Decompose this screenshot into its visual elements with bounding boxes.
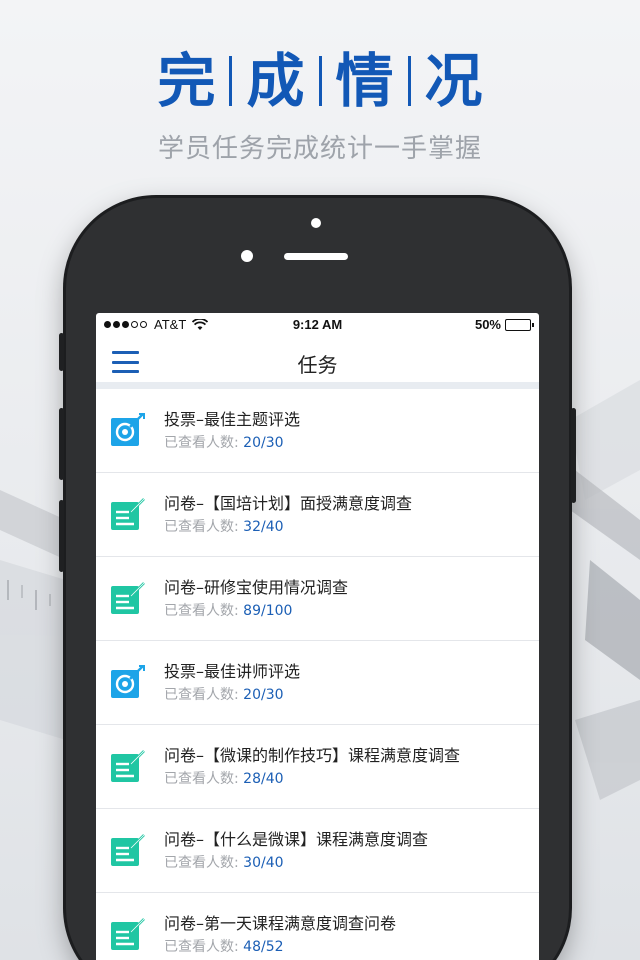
front-camera-icon (311, 218, 321, 228)
viewed-count-value: 32/40 (243, 519, 284, 535)
volume-down-button (59, 500, 64, 572)
earpiece-speaker (284, 253, 348, 260)
task-viewed-count: 已查看人数: 28/40 (164, 768, 284, 788)
task-title: 问卷–【微课的制作技巧】课程满意度调查 (164, 746, 461, 765)
task-viewed-count: 已查看人数: 32/40 (164, 516, 284, 536)
viewed-count-value: 20/30 (243, 687, 284, 703)
viewed-count-value: 89/100 (243, 603, 293, 619)
page-title: 任务 (297, 353, 338, 377)
vote-icon (110, 413, 146, 447)
hero-title-char: 况 (424, 47, 483, 115)
hero-title: 完 成 情 况 (0, 52, 640, 110)
task-title: 问卷–研修宝使用情况调查 (164, 578, 349, 597)
hero-title-char: 完 (157, 47, 216, 115)
navigation-bar: 任务 (96, 337, 539, 389)
task-title: 问卷–【什么是微课】课程满意度调查 (164, 830, 429, 849)
task-item[interactable]: 问卷–研修宝使用情况调查 已查看人数: 89/100 (96, 557, 539, 641)
task-viewed-count: 已查看人数: 48/52 (164, 936, 284, 956)
status-bar: AT&T 9:12 AM 50% (96, 313, 539, 337)
task-item[interactable]: 问卷–第一天课程满意度调查问卷 已查看人数: 48/52 (96, 893, 539, 960)
viewed-label: 已查看人数: (164, 519, 239, 535)
battery-icon (505, 318, 534, 331)
survey-icon (110, 497, 146, 531)
task-item[interactable]: 投票–最佳主题评选 已查看人数: 20/30 (96, 389, 539, 473)
task-item[interactable]: 问卷–【微课的制作技巧】课程满意度调查 已查看人数: 28/40 (96, 725, 539, 809)
viewed-label: 已查看人数: (164, 771, 239, 787)
phone-screen: AT&T 9:12 AM 50% 任务 投票–最佳主题评选 已查看人数: 20/… (96, 313, 539, 960)
vote-icon (110, 665, 146, 699)
viewed-label: 已查看人数: (164, 603, 239, 619)
viewed-count-value: 20/30 (243, 435, 284, 451)
survey-icon (110, 917, 146, 951)
status-time: 9:12 AM (292, 317, 343, 332)
status-right: 50% (474, 317, 534, 332)
battery-percent: 50% (474, 317, 501, 332)
task-title: 问卷–【国培计划】面授满意度调查 (164, 494, 413, 513)
task-viewed-count: 已查看人数: 30/40 (164, 852, 284, 872)
volume-up-button (59, 408, 64, 480)
viewed-label: 已查看人数: (164, 687, 239, 703)
viewed-count-value: 30/40 (243, 855, 284, 871)
task-title: 投票–最佳讲师评选 (164, 662, 301, 681)
task-viewed-count: 已查看人数: 89/100 (164, 600, 292, 620)
survey-icon (110, 581, 146, 615)
task-title: 问卷–第一天课程满意度调查问卷 (164, 914, 397, 933)
proximity-sensor-icon (241, 250, 253, 262)
viewed-label: 已查看人数: (164, 939, 239, 955)
task-list: 投票–最佳主题评选 已查看人数: 20/30 问卷–【国培计划】面授满意度调查 … (96, 389, 539, 960)
viewed-count-value: 28/40 (243, 771, 284, 787)
survey-icon (110, 749, 146, 783)
task-viewed-count: 已查看人数: 20/30 (164, 432, 284, 452)
power-button (571, 408, 576, 503)
viewed-count-value: 48/52 (243, 939, 284, 955)
hero-subtitle: 学员任务完成统计一手掌握 (157, 134, 482, 164)
task-item[interactable]: 问卷–【什么是微课】课程满意度调查 已查看人数: 30/40 (96, 809, 539, 893)
viewed-label: 已查看人数: (164, 435, 239, 451)
task-item[interactable]: 问卷–【国培计划】面授满意度调查 已查看人数: 32/40 (96, 473, 539, 557)
task-viewed-count: 已查看人数: 20/30 (164, 684, 284, 704)
hero-title-char: 成 (246, 47, 305, 115)
hero-title-char: 情 (335, 47, 394, 115)
task-title: 投票–最佳主题评选 (164, 410, 301, 429)
survey-icon (110, 833, 146, 867)
viewed-label: 已查看人数: (164, 855, 239, 871)
mute-switch (59, 333, 64, 371)
task-item[interactable]: 投票–最佳讲师评选 已查看人数: 20/30 (96, 641, 539, 725)
